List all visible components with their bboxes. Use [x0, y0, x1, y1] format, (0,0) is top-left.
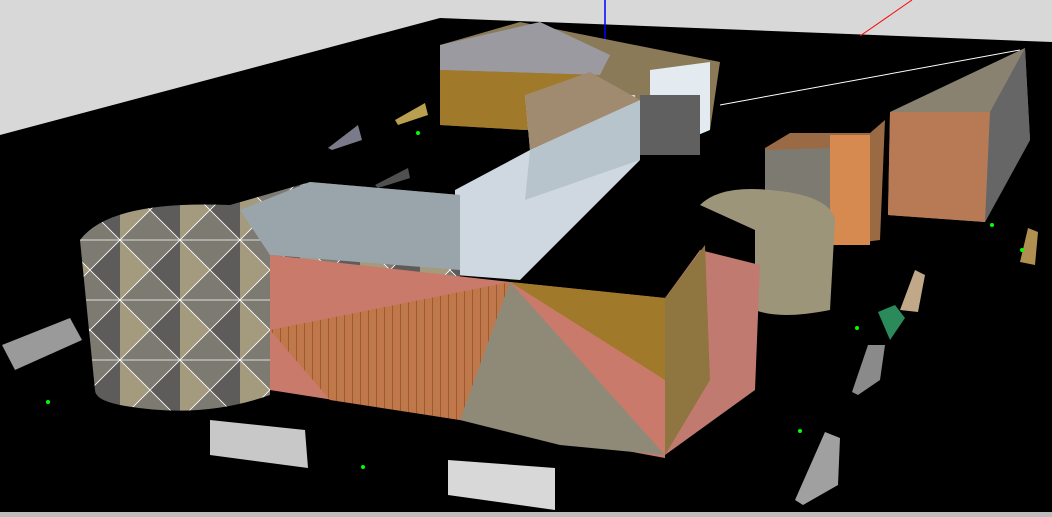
- marker[interactable]: [416, 131, 420, 135]
- marker[interactable]: [798, 429, 802, 433]
- marker[interactable]: [46, 400, 50, 404]
- scene-canvas[interactable]: [0, 0, 1052, 517]
- marker[interactable]: [855, 326, 859, 330]
- 3d-viewport[interactable]: [0, 0, 1052, 517]
- marker[interactable]: [361, 465, 365, 469]
- marker[interactable]: [990, 223, 994, 227]
- x-axis-line: [859, 0, 913, 37]
- marker[interactable]: [1020, 248, 1024, 252]
- bottom-status-strip: [0, 512, 1052, 517]
